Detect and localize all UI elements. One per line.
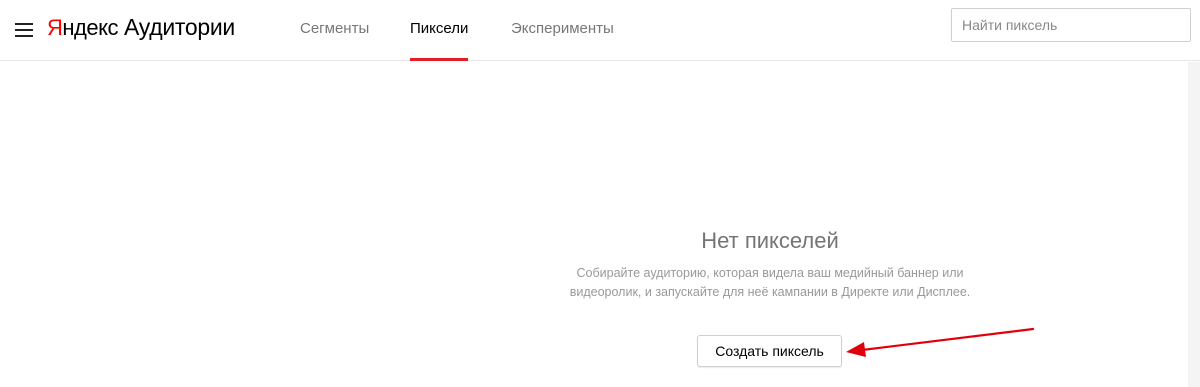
top-header: Яндекс Аудитории Сегменты Пиксели Экспер…: [0, 0, 1200, 61]
menu-icon-line: [15, 23, 33, 25]
search-pixel-input[interactable]: [951, 8, 1191, 42]
yandex-audience-logo[interactable]: Яндекс Аудитории: [47, 14, 235, 44]
empty-state-description: Собирайте аудиторию, которая видела ваш …: [569, 266, 971, 299]
hamburger-menu-icon[interactable]: [15, 21, 35, 37]
menu-icon-line: [15, 29, 33, 31]
vertical-scrollbar[interactable]: [1188, 62, 1200, 387]
create-pixel-button[interactable]: Создать пиксель: [697, 335, 842, 367]
logo-brand: Яндекс: [47, 15, 118, 41]
logo-brand-rest: ндекс: [62, 15, 118, 40]
empty-state: Нет пикселей Собирайте аудиторию, котора…: [560, 226, 980, 302]
red-arrow-pointer-icon: [846, 327, 1035, 357]
tab-segments[interactable]: Сегменты: [300, 0, 369, 61]
logo-brand-first-letter: Я: [47, 15, 63, 40]
tab-pixels[interactable]: Пиксели: [410, 0, 469, 61]
menu-icon-line: [15, 35, 33, 37]
logo-service-name: Аудитории: [123, 14, 235, 40]
empty-state-title: Нет пикселей: [701, 228, 839, 253]
tab-experiments[interactable]: Эксперименты: [511, 0, 614, 61]
